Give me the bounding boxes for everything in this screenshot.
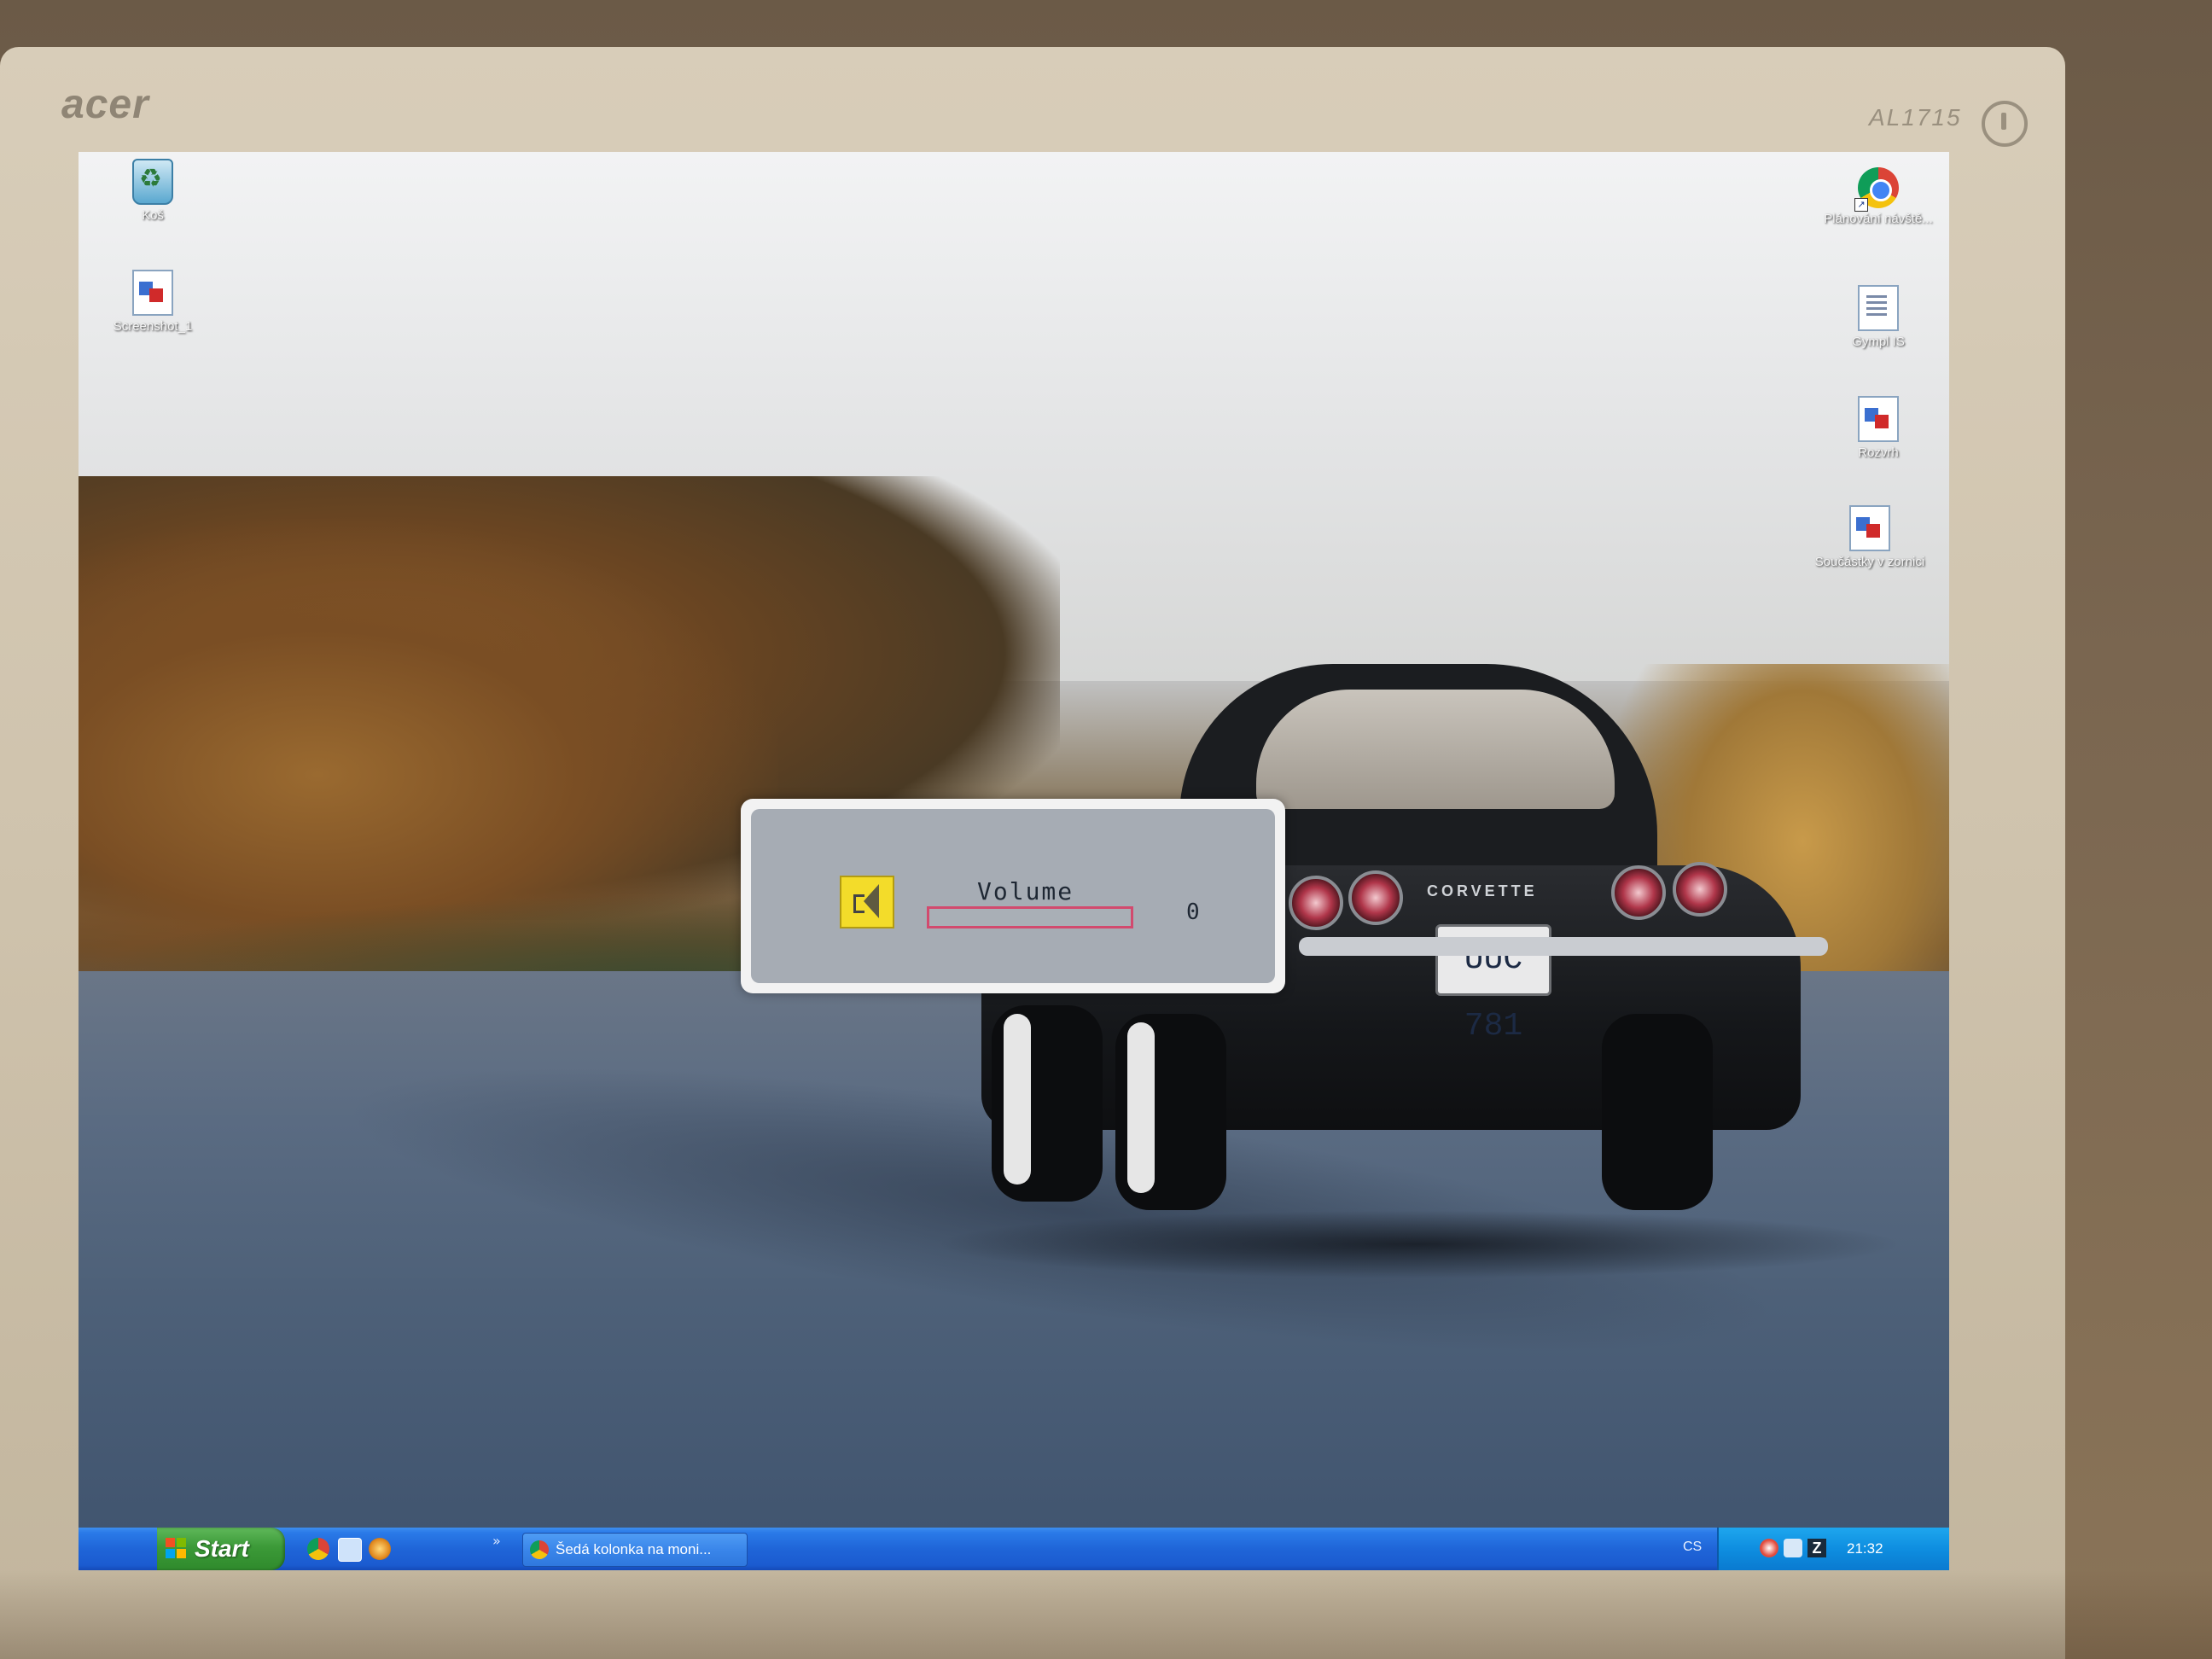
desktop-icon-screenshot[interactable]: Screenshot_1 [89,270,217,334]
chrome-shortcut-icon: ↗ [1854,167,1899,212]
media-player-icon[interactable] [369,1538,391,1560]
volume-osd: Volume 0 [741,799,1285,993]
recycle-bin-icon [132,159,173,205]
shortcut-arrow-icon: ↗ [1854,198,1868,212]
image-file-icon [1858,396,1899,442]
taskbar: Start » Šedá kolonka na moni... CS Z 21:… [79,1528,1949,1570]
desktop-icon-label: Plánování návště... [1824,212,1933,226]
volume-osd-panel: Volume 0 [751,809,1275,983]
quick-launch-more-button[interactable]: » [492,1533,501,1549]
car-tire-left [992,1005,1103,1202]
taskbar-window-title: Šedá kolonka na moni... [556,1541,712,1557]
taskbar-window-button[interactable]: Šedá kolonka na moni... [522,1533,748,1567]
car-tire-right [1602,1014,1713,1210]
desktop-icon-label: Koš [142,208,164,223]
system-tray: Z 21:32 [1717,1528,1949,1570]
volume-level-bar [927,906,1133,928]
start-label: Start [195,1535,249,1562]
monitor-model-label: AL1715 [1869,104,1962,131]
car-shadow [932,1210,1905,1278]
desktop-icon-label: Součástky v zornici [1814,555,1925,569]
car-tire-mid [1115,1014,1226,1210]
language-indicator[interactable]: CS [1683,1540,1702,1555]
windows-flag-icon [166,1538,188,1560]
car-taillight [1611,865,1666,920]
clock[interactable]: 21:32 [1847,1528,1883,1570]
desktop-icon-soucastky[interactable]: Součástky v zornici [1806,505,1934,569]
volume-value: 0 [1186,899,1200,925]
car-badge: CORVETTE [1427,882,1538,899]
desk-shadow [0,1570,2212,1659]
desktop-icon-chrome-shortcut[interactable]: ↗ Plánování návště... [1814,167,1942,226]
network-icon[interactable] [1784,1539,1802,1557]
car-rear-window [1256,690,1615,809]
desktop-icon-rozvrh[interactable]: Rozvrh [1814,396,1942,460]
desktop-screen: CORVETTE UUC 781 Koš Screenshot_1 ↗ Plán… [79,152,1949,1570]
desktop-icon-label: Rozvrh [1858,445,1899,460]
car-license-plate: UUC 781 [1435,924,1551,1045]
document-icon [1858,285,1899,331]
start-button[interactable]: Start [157,1528,285,1570]
power-logo-icon [1982,101,2028,147]
monitor-brand-logo: acer [61,82,149,127]
speaker-icon [840,876,894,928]
image-file-icon [132,270,173,316]
show-desktop-icon[interactable] [338,1538,362,1562]
image-file-icon [1849,505,1890,551]
desktop-icon-label: Screenshot_1 [113,319,193,334]
chrome-icon[interactable] [307,1538,329,1560]
volume-osd-title: Volume [977,877,1074,905]
desktop-icon-recycle-bin[interactable]: Koš [89,159,217,223]
zotero-icon[interactable]: Z [1807,1539,1826,1557]
chrome-icon [530,1540,549,1559]
car-bumper [1299,937,1828,956]
desktop-icon-label: Gympl IS [1852,335,1905,349]
antivirus-icon[interactable] [1760,1539,1778,1557]
car-taillight [1289,876,1343,930]
car-taillight [1673,862,1727,917]
desktop-icon-gympl[interactable]: Gympl IS [1814,285,1942,349]
car-taillight [1348,870,1403,925]
